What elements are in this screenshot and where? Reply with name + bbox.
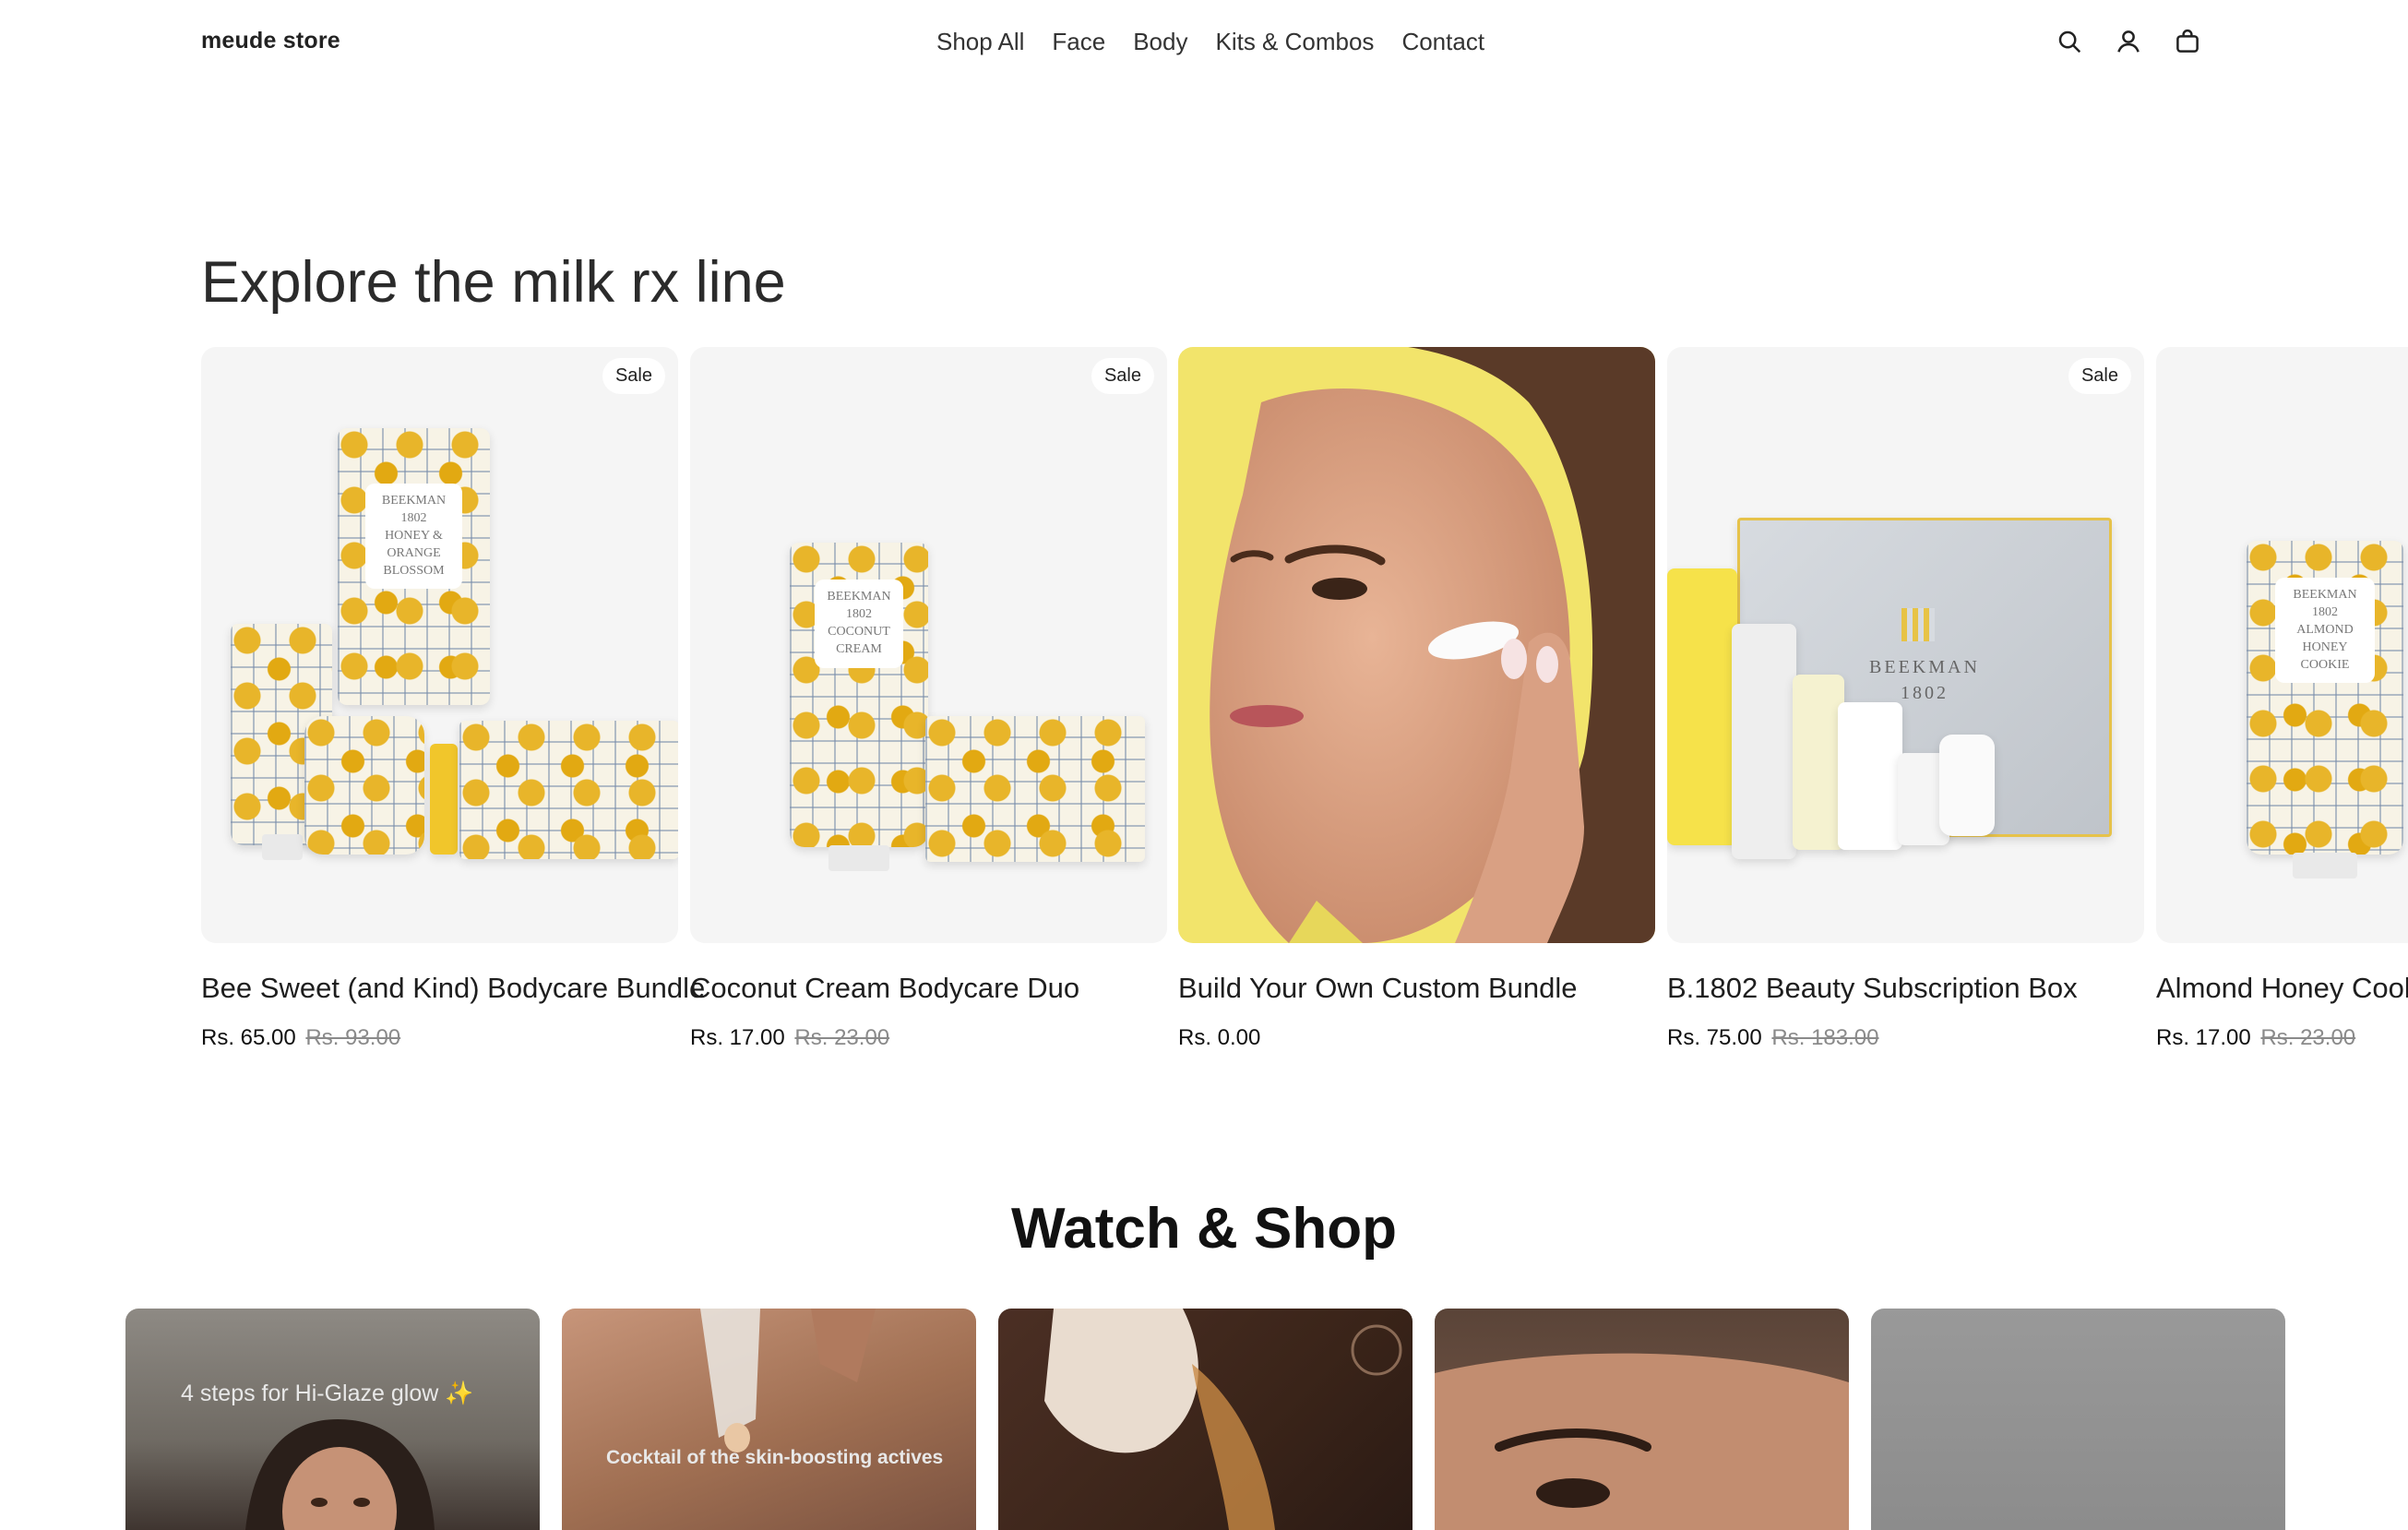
header-icons	[2056, 28, 2201, 55]
compare-price: Rs. 93.00	[305, 1025, 401, 1050]
label-line: COOKIE	[2300, 657, 2350, 672]
compare-price: Rs. 23.00	[2260, 1025, 2356, 1050]
yellow-tube	[1667, 568, 1737, 845]
product-card[interactable]: Sale BEEKMAN 1802 B.1802 Beauty Subscrip…	[1667, 347, 2144, 1051]
model-photo	[1210, 347, 1655, 943]
white-tube	[1732, 624, 1796, 859]
box-logo	[1901, 608, 1935, 641]
nav-body[interactable]: Body	[1133, 28, 1187, 56]
product-price: Rs. 75.00 Rs. 183.00	[1667, 1025, 2144, 1051]
label-line: 1802	[846, 606, 872, 621]
label-line: 1802	[400, 510, 427, 525]
video-thumbnail	[1044, 1309, 1402, 1530]
sale-badge: Sale	[1091, 358, 1154, 394]
serum-bottle	[1793, 675, 1844, 850]
collection-title: Explore the milk rx line	[201, 250, 786, 315]
product-card[interactable]: Build Your Own Custom Bundle Rs. 0.00	[1178, 347, 1655, 1051]
product-name[interactable]: B.1802 Beauty Subscription Box	[1667, 972, 2144, 1005]
sale-price: Rs. 0.00	[1178, 1025, 1261, 1050]
video-card[interactable]	[998, 1309, 1413, 1530]
video-card[interactable]	[1435, 1309, 1849, 1530]
store-logo[interactable]: meude store	[201, 28, 340, 54]
sale-price: Rs. 65.00	[201, 1025, 296, 1050]
product-price: Rs. 65.00 Rs. 93.00	[201, 1025, 678, 1051]
tube-cap	[2293, 853, 2357, 879]
package-label: BEEKMAN 1802 ALMOND HONEY COOKIE	[2274, 578, 2376, 684]
label-line: BLOSSOM	[383, 563, 445, 578]
product-carousel: Sale BEEKMAN 1802 HONEY & ORANGE BLOSSOM…	[201, 347, 2408, 1067]
product-name[interactable]: Coconut Cream Bodycare Duo	[690, 972, 1167, 1005]
product-image[interactable]	[1178, 347, 1655, 943]
video-caption: Cocktail of the skin-boosting actives	[606, 1447, 944, 1468]
search-icon[interactable]	[2056, 28, 2083, 55]
tube-cap	[828, 845, 889, 871]
sale-price: Rs. 17.00	[690, 1025, 785, 1050]
label-line: BEEKMAN	[2293, 588, 2357, 602]
video-thumbnail	[1435, 1353, 1849, 1530]
video-card[interactable]	[1871, 1309, 2285, 1530]
product-card[interactable]: Sale BEEKMAN 1802 COCONUT CREAM Coconut …	[690, 347, 1167, 1051]
product-name[interactable]: Almond Honey Cookie Bodycare Duo	[2156, 972, 2408, 1005]
product-image[interactable]: Sale BEEKMAN 1802	[1667, 347, 2144, 943]
video-thumbnail	[700, 1309, 876, 1452]
dropper-bottle	[1939, 735, 1995, 836]
site-header: meude store Shop All Face Body Kits & Co…	[0, 0, 2408, 89]
product-card[interactable]: Sale BEEKMAN 1802 HONEY & ORANGE BLOSSOM…	[201, 347, 705, 1051]
nav-contact[interactable]: Contact	[1401, 28, 1484, 56]
product-price: Rs. 17.00 Rs. 23.00	[690, 1025, 1167, 1051]
account-icon[interactable]	[2115, 28, 2142, 55]
product-price: Rs. 0.00	[1178, 1025, 1655, 1051]
sale-badge: Sale	[602, 358, 665, 394]
hand-cream-tube: BEEKMAN 1802 COCONUT CREAM	[790, 543, 928, 847]
product-name[interactable]: Bee Sweet (and Kind) Bodycare Bundle	[201, 972, 705, 1005]
hand-cream-tube: BEEKMAN 1802 ALMOND HONEY COOKIE	[2247, 541, 2403, 855]
lip-balm	[430, 744, 458, 855]
label-line: CREAM	[836, 641, 882, 656]
product-name[interactable]: Build Your Own Custom Bundle	[1178, 972, 1655, 1005]
label-line: HONEY &	[385, 528, 443, 543]
product-card[interactable]: BEEKMAN 1802 ALMOND HONEY COOKIE Almond …	[2156, 347, 2408, 1051]
video-caption: 4 steps for Hi-Glaze glow ✨	[181, 1381, 474, 1406]
label-line: BEEKMAN	[381, 494, 447, 508]
compare-price: Rs. 23.00	[794, 1025, 890, 1050]
label-line: 1802	[2312, 604, 2338, 619]
sale-price: Rs. 75.00	[1667, 1025, 1762, 1050]
wipes-package: BEEKMAN 1802 HONEY & ORANGE BLOSSOM	[338, 428, 490, 705]
video-card[interactable]: Cocktail of the skin-boosting actives	[562, 1309, 976, 1530]
watch-shop-title: Watch & Shop	[1011, 1197, 1397, 1261]
package-label: BEEKMAN 1802 COCONUT CREAM	[815, 580, 903, 668]
soap-box	[459, 721, 678, 859]
product-image[interactable]: Sale BEEKMAN 1802 COCONUT CREAM	[690, 347, 1167, 943]
nav-kits-combos[interactable]: Kits & Combos	[1215, 28, 1374, 56]
cream-jar	[304, 716, 424, 855]
video-carousel: 4 steps for Hi-Glaze glow ✨ Cocktail of …	[125, 1309, 2285, 1530]
label-line: ALMOND HONEY	[2296, 622, 2354, 654]
sale-badge: Sale	[2068, 358, 2131, 394]
product-image[interactable]: Sale BEEKMAN 1802 HONEY & ORANGE BLOSSOM	[201, 347, 678, 943]
video-thumbnail	[245, 1419, 435, 1530]
sale-price: Rs. 17.00	[2156, 1025, 2251, 1050]
label-line: BEEKMAN	[827, 590, 891, 604]
soap-box	[925, 716, 1145, 862]
main-nav: Shop All Face Body Kits & Combos Contact	[936, 28, 1484, 56]
label-line: ORANGE	[387, 545, 441, 560]
nav-shop-all[interactable]: Shop All	[936, 28, 1024, 56]
nav-face[interactable]: Face	[1052, 28, 1105, 56]
label-line: COCONUT	[828, 624, 890, 639]
product-image[interactable]: BEEKMAN 1802 ALMOND HONEY COOKIE	[2156, 347, 2408, 943]
compare-price: Rs. 183.00	[1771, 1025, 1879, 1050]
cream-bottle	[1838, 702, 1902, 850]
cart-icon[interactable]	[2174, 28, 2201, 55]
product-price: Rs. 17.00 Rs. 23.00	[2156, 1025, 2408, 1051]
tube-cap	[262, 834, 303, 860]
package-label: BEEKMAN 1802 HONEY & ORANGE BLOSSOM	[364, 484, 463, 590]
video-card[interactable]: 4 steps for Hi-Glaze glow ✨	[125, 1309, 540, 1530]
